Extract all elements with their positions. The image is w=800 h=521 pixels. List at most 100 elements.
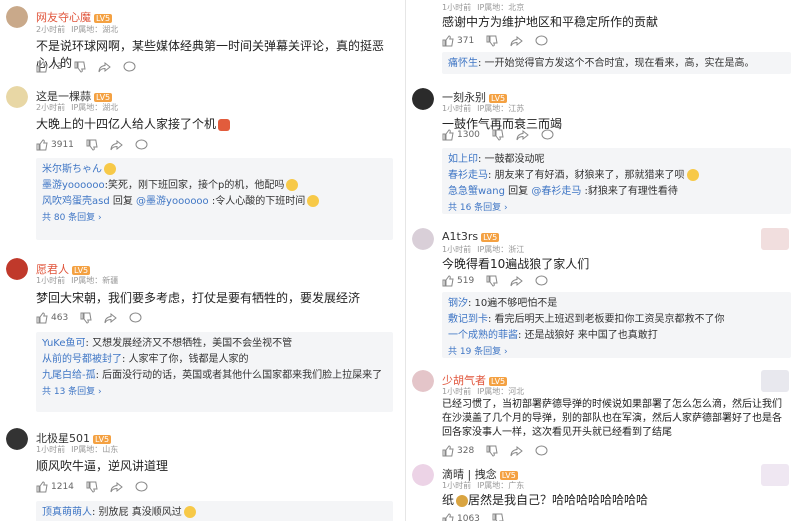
share-button[interactable] [516, 129, 529, 141]
thumb-up-icon [442, 445, 454, 457]
like-count: 1300 [457, 130, 480, 140]
like-button[interactable]: 73 [36, 61, 62, 73]
reply-button[interactable] [135, 481, 148, 493]
more-replies-link[interactable]: 共 16 条回复 [448, 203, 501, 213]
like-button[interactable]: 463 [36, 312, 68, 324]
reply-button[interactable] [535, 275, 548, 287]
share-icon [516, 129, 529, 141]
reply-line: 顶真萌萌人: 别放屁 真没顺风过 [42, 505, 387, 521]
reply-preview: 钢汐: 10遍不够吧怕不是 敷记到卡: 看完后明天上班迟到老板要扣你工资吴京都救… [442, 292, 791, 358]
avatar[interactable] [412, 464, 434, 486]
left-comment-panel: 网友夺心魔 LV5 2小时前 IP属地：湖北 不是说环球网啊，某些媒体经典第一时间关… [0, 0, 403, 521]
like-button[interactable]: 371 [442, 35, 474, 47]
share-button[interactable] [98, 61, 112, 73]
comment-time: 1小时前 [442, 3, 472, 12]
share-button[interactable] [510, 275, 523, 287]
reply-text: :令人心酸的下班时间 [208, 196, 306, 207]
share-button[interactable] [510, 445, 523, 457]
reply-author[interactable]: 春衫走马 [448, 170, 488, 181]
dislike-button[interactable] [86, 139, 98, 151]
share-icon [510, 275, 523, 287]
more-replies-link[interactable]: 共 19 条回复 [448, 347, 501, 357]
reply-button[interactable] [541, 129, 554, 141]
comment-actions: 1214 [36, 480, 160, 494]
reply-author[interactable]: 一个成熟的菲酱 [448, 330, 518, 341]
like-button[interactable]: 519 [442, 275, 474, 287]
dislike-button[interactable] [486, 445, 498, 457]
reply-text: :笑死，刚下班回家，接个p的机，他配吗 [104, 180, 285, 191]
comment-text: 已经习惯了，当初部署萨德导弹的时候说如果部署了怎么怎么滴，然后让我们在沙漠盖了几… [442, 399, 782, 438]
avatar[interactable] [412, 228, 434, 250]
reply-target[interactable]: @春衫走马 [531, 186, 581, 197]
reply-button[interactable] [123, 61, 136, 73]
dislike-button[interactable] [492, 513, 504, 521]
share-button[interactable] [110, 139, 123, 151]
emoji-icon [456, 494, 469, 507]
avatar[interactable] [6, 258, 28, 280]
avatar[interactable] [412, 370, 434, 392]
reply-preview: 顶真萌萌人: 别放屁 真没顺风过 [36, 501, 393, 521]
reply-author[interactable]: 九尾白给-孤 [42, 370, 96, 381]
reply-to-label: 回复 [505, 186, 532, 197]
like-count: 463 [51, 313, 69, 323]
level-badge: LV5 [489, 93, 508, 103]
dislike-button[interactable] [80, 312, 92, 324]
reply-author[interactable]: YuKe鱼可 [42, 338, 86, 349]
reply-author[interactable]: 顶真萌萌人 [42, 507, 92, 518]
avatar[interactable] [412, 88, 434, 110]
reply-author[interactable]: 如上印 [448, 154, 478, 165]
username[interactable]: 网友夺心魔 [36, 11, 91, 24]
thumb-down-icon [80, 312, 92, 324]
like-count: 519 [457, 276, 475, 286]
reply-button[interactable] [535, 35, 548, 47]
share-button[interactable] [110, 481, 123, 493]
share-icon [510, 445, 523, 457]
reply-author[interactable]: 米尔斯ちゃん [42, 164, 102, 175]
dislike-button[interactable] [492, 129, 504, 141]
like-button[interactable]: 1300 [442, 129, 480, 141]
comment-actions: 463 [36, 311, 154, 325]
comment-actions: 73 [36, 60, 148, 74]
reply-button[interactable] [135, 139, 148, 151]
like-button[interactable]: 1214 [36, 481, 74, 493]
reply-text: : 朋友来了有好酒，豺狼来了，那就猎来了呗 [488, 170, 685, 181]
more-replies-link[interactable]: 共 80 条回复 [42, 213, 95, 223]
decoration-badge [761, 228, 789, 250]
reply-button[interactable] [129, 312, 142, 324]
ip-region: IP属地：北京 [477, 3, 525, 12]
reply-author[interactable]: 墨游yoooooo [42, 180, 105, 191]
avatar[interactable] [6, 6, 28, 28]
like-button[interactable]: 3911 [36, 139, 74, 151]
share-button[interactable] [104, 312, 117, 324]
dislike-button[interactable] [486, 35, 498, 47]
reply-line: 风吹鸡蛋壳asd 回复 @墨游yoooooo :令人心酸的下班时间 [42, 194, 387, 210]
reply-author[interactable]: 钢汐 [448, 298, 468, 309]
reply-author[interactable]: 风吹鸡蛋壳asd [42, 196, 110, 207]
share-button[interactable] [510, 35, 523, 47]
reply-author[interactable]: 痛怀生 [448, 58, 478, 69]
more-replies-link[interactable]: 共 13 条回复 [42, 387, 95, 397]
username[interactable]: A1t3rs [442, 230, 478, 243]
like-button[interactable]: 1063 [442, 513, 480, 521]
comment-text: 今晚得看10遍战狼了家人们 [442, 257, 590, 271]
ip-region: IP属地：广东 [477, 481, 525, 490]
reply-button[interactable] [535, 445, 548, 457]
share-icon [110, 481, 123, 493]
decoration-badge [761, 464, 789, 486]
ip-region: IP属地：浙江 [477, 245, 525, 254]
reply-author[interactable]: 急急蟹wang [448, 186, 505, 197]
thumb-up-icon [36, 139, 48, 151]
right-comment-panel: 1小时前 IP属地：北京 感谢中方为维护地区和平稳定所作的贡献 371 痛怀生: … [405, 0, 800, 521]
reply-author[interactable]: 从前的号都被封了 [42, 354, 122, 365]
dislike-button[interactable] [86, 481, 98, 493]
reply-target[interactable]: @墨游yoooooo [136, 196, 209, 207]
avatar[interactable] [6, 86, 28, 108]
avatar[interactable] [6, 428, 28, 450]
comment-time: 1小时前 [442, 104, 472, 113]
dislike-button[interactable] [74, 61, 87, 73]
like-button[interactable]: 328 [442, 445, 474, 457]
dislike-button[interactable] [486, 275, 498, 287]
thumb-down-icon [492, 513, 504, 521]
thumb-up-icon [36, 61, 48, 73]
reply-author[interactable]: 敷记到卡 [448, 314, 488, 325]
